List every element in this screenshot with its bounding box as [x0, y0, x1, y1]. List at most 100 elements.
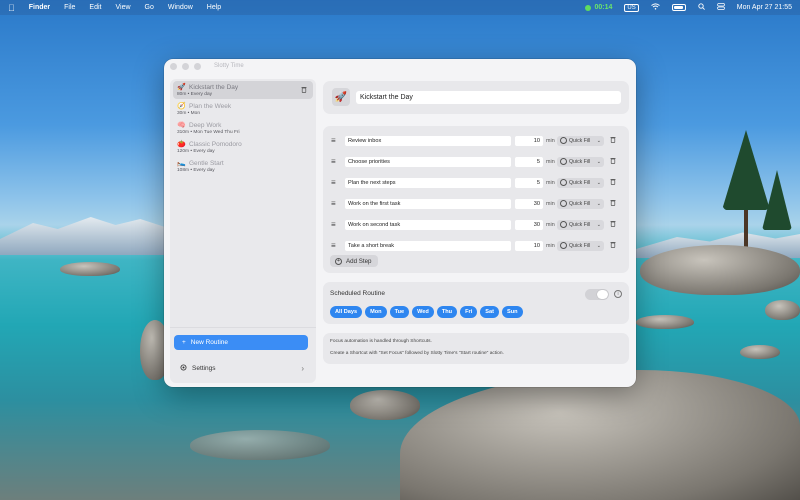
sidebar-routine-classic-pomodoro[interactable]: 🍅 Classic Pomodoro 120m • Every day [173, 138, 313, 156]
day-chip-fri[interactable]: Fri [460, 306, 478, 318]
focus-note-line-1: Focus automation is handled through Shor… [330, 339, 432, 344]
minutes-unit-label: min [546, 179, 555, 186]
menu-finder[interactable]: Finder [29, 4, 50, 11]
routine-header-card: 🚀 Kickstart the Day [323, 81, 629, 114]
info-icon[interactable]: i [614, 290, 622, 298]
delete-step-trash-icon[interactable] [610, 199, 616, 208]
new-routine-button[interactable]: + New Routine [174, 335, 308, 350]
quick-fill-label: Quick Fill [569, 200, 591, 207]
drag-handle-icon[interactable]: ≡ [331, 220, 339, 229]
sidebar-routine-kickstart[interactable]: 🚀 Kickstart the Day 80m • Every day [173, 81, 313, 99]
quick-fill-dropdown[interactable]: Quick Fill ⌄ [557, 198, 604, 209]
step-minutes-input[interactable]: 30 [515, 219, 543, 230]
brain-icon: 🧠 [177, 122, 186, 129]
day-chip-wed[interactable]: Wed [412, 306, 434, 318]
quick-fill-dropdown[interactable]: Quick Fill ⌄ [557, 156, 604, 167]
delete-step-trash-icon[interactable] [610, 220, 616, 229]
step-row: ≡ Review inbox 10 min Quick Fill ⌄ [331, 135, 623, 146]
step-title-input[interactable]: Choose priorities [345, 156, 511, 167]
routine-icon-picker[interactable]: 🚀 [332, 88, 350, 106]
plus-icon: + [182, 339, 186, 346]
step-minutes-input[interactable]: 5 [515, 156, 543, 167]
sidebar-routine-gentle-start[interactable]: 🛌 Gentle Start 108m • Every day [173, 157, 313, 175]
schedule-card: Scheduled Routine i All Days Mon Tue Wed… [323, 282, 629, 324]
drag-handle-icon[interactable]: ≡ [331, 178, 339, 187]
quick-fill-dropdown[interactable]: Quick Fill ⌄ [557, 177, 604, 188]
chevron-down-icon: ⌄ [596, 221, 601, 228]
quick-fill-dropdown[interactable]: Quick Fill ⌄ [557, 240, 604, 251]
drag-handle-icon[interactable]: ≡ [331, 241, 339, 250]
day-chip-sat[interactable]: Sat [480, 306, 499, 318]
routine-subtitle: 120m • Every day [177, 149, 215, 154]
step-minutes-input[interactable]: 30 [515, 198, 543, 209]
step-minutes-input[interactable]: 10 [515, 135, 543, 146]
day-chip-thu[interactable]: Thu [436, 306, 458, 318]
step-minutes-input[interactable]: 5 [515, 177, 543, 188]
step-title-input[interactable]: Work on second task [345, 219, 511, 230]
add-step-button[interactable]: + Add Step [330, 255, 378, 267]
step-title-input[interactable]: Plan the next steps [345, 177, 511, 188]
gear-icon [180, 364, 187, 373]
input-source-badge[interactable]: US [624, 3, 639, 12]
delete-routine-trash-icon[interactable] [301, 86, 307, 95]
menu-go[interactable]: Go [145, 4, 154, 11]
step-title-input[interactable]: Take a short break [345, 240, 511, 251]
steps-card: ≡ Review inbox 10 min Quick Fill ⌄ ≡ Choo… [323, 126, 629, 273]
new-routine-label: New Routine [190, 339, 229, 346]
day-chip-all-days[interactable]: All Days [330, 306, 363, 318]
drag-handle-icon[interactable]: ≡ [331, 136, 339, 145]
clock-icon [560, 137, 567, 144]
spotlight-search-icon[interactable] [698, 3, 705, 12]
day-chip-tue[interactable]: Tue [389, 306, 410, 318]
sidebar-routine-deep-work[interactable]: 🧠 Deep Work 310m • Mon Tue Wed Thu Fri [173, 119, 313, 137]
step-minutes-input[interactable]: 10 [515, 240, 543, 251]
sidebar-routine-plan-week[interactable]: 🧭 Plan the Week 30m • Mon [173, 100, 313, 118]
menu-view[interactable]: View [115, 4, 130, 11]
wallpaper-rock [740, 345, 780, 359]
menu-help[interactable]: Help [207, 4, 221, 11]
routine-name-input[interactable]: Kickstart the Day [356, 91, 621, 104]
add-step-label: Add Step [346, 257, 372, 265]
schedule-toggle[interactable] [585, 289, 609, 300]
drag-handle-icon[interactable]: ≡ [331, 157, 339, 166]
chevron-down-icon: ⌄ [596, 179, 601, 186]
toggle-knob [597, 290, 608, 299]
day-chip-sun[interactable]: Sun [501, 306, 523, 318]
wallpaper-rock [350, 390, 420, 420]
quick-fill-dropdown[interactable]: Quick Fill ⌄ [557, 135, 604, 146]
minutes-unit-label: min [546, 158, 555, 165]
step-row: ≡ Plan the next steps 5 min Quick Fill ⌄ [331, 177, 623, 188]
control-center-icon[interactable] [716, 3, 725, 12]
delete-step-trash-icon[interactable] [610, 136, 616, 145]
focus-note-line-2: Create a Shortcut with "Set Focus" follo… [330, 351, 504, 356]
zoom-window-button[interactable] [194, 62, 201, 70]
quick-fill-dropdown[interactable]: Quick Fill ⌄ [557, 219, 604, 230]
apple-menu-icon[interactable]:  [8, 3, 15, 13]
delete-step-trash-icon[interactable] [610, 178, 616, 187]
battery-icon[interactable] [671, 4, 686, 11]
delete-step-trash-icon[interactable] [610, 157, 616, 166]
delete-step-trash-icon[interactable] [610, 241, 616, 250]
wifi-icon[interactable] [650, 3, 660, 12]
timer-value: 00:14 [594, 4, 613, 11]
step-title-input[interactable]: Review inbox [345, 135, 511, 146]
wallpaper-rock [636, 315, 694, 329]
quick-fill-label: Quick Fill [569, 221, 591, 228]
menubar-clock[interactable]: Mon Apr 27 21:55 [737, 4, 792, 11]
drag-handle-icon[interactable]: ≡ [331, 199, 339, 208]
settings-button[interactable]: Settings › [174, 361, 308, 375]
clock-icon [560, 221, 567, 228]
step-row: ≡ Choose priorities 5 min Quick Fill ⌄ [331, 156, 623, 167]
minimize-window-button[interactable] [182, 62, 189, 70]
plus-circle-icon: + [335, 257, 342, 265]
menu-file[interactable]: File [64, 4, 75, 11]
menu-window[interactable]: Window [168, 4, 193, 11]
close-window-button[interactable] [170, 62, 177, 70]
routine-subtitle: 310m • Mon Tue Wed Thu Fri [177, 130, 240, 135]
day-chip-mon[interactable]: Mon [365, 306, 387, 318]
minutes-unit-label: min [546, 200, 555, 207]
menu-edit[interactable]: Edit [89, 4, 101, 11]
step-title-input[interactable]: Work on the first task [345, 198, 511, 209]
timer-status-item[interactable]: 00:14 [585, 4, 612, 11]
chevron-down-icon: ⌄ [596, 137, 601, 144]
